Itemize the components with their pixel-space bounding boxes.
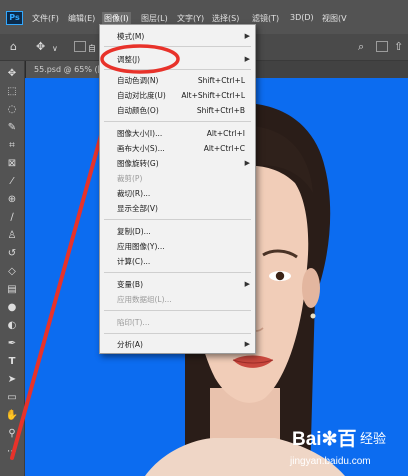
menu-type[interactable]: 文字(Y) [177,13,204,24]
menu-item-auto-color[interactable]: 自动颜色(O) Shift+Ctrl+B [100,103,255,118]
menu-item-trap: 陷印(T)... [117,318,150,327]
watermark-url: jingyan.baidu.com [290,456,371,467]
chevron-down-icon[interactable]: ∨ [52,43,58,54]
menu-separator [104,219,251,220]
chevron-right-icon: ▶ [244,55,250,63]
menu-item-reveal-all[interactable]: 显示全部(V) [100,201,255,216]
menu-item-apply-image[interactable]: 应用图像(Y)... [100,239,255,254]
more-tools-icon[interactable]: ⋯ [4,445,20,459]
menu-select[interactable]: 选择(S) [212,13,239,24]
history-brush-tool-icon[interactable]: ↺ [4,247,20,261]
photoshop-window: Ps 文件(F) 编辑(E) 图像(I) 图层(L) 文字(Y) 选择(S) 滤… [0,0,408,476]
menu-3d[interactable]: 3D(D) [290,13,314,22]
menu-separator [104,121,251,122]
brush-tool-icon[interactable]: ∕ [4,211,20,225]
image-menu-dropdown: 模式(M) ▶ 调整(J) ▶ 自动色调(N) Shift+Ctrl+L 自动对比度(… [99,24,256,354]
watermark-brand: Bai✻百 [292,429,357,450]
chevron-right-icon: ▶ [244,32,250,40]
menu-item-crop: 裁剪(P) [117,174,143,183]
pen-tool-icon[interactable]: ✒ [4,337,20,351]
lasso-tool-icon[interactable]: ◌ [4,103,20,117]
menu-item-auto-contrast[interactable]: 自动对比度(U) Alt+Shift+Ctrl+L [100,88,255,103]
menu-edit[interactable]: 编辑(E) [68,13,95,24]
menu-item-trim[interactable]: 裁切(R)... [100,186,255,201]
menu-filter[interactable]: 滤镜(T) [252,13,279,24]
eyedropper-tool-icon[interactable]: ⁄ [4,175,20,189]
menu-layer[interactable]: 图层(L) [141,13,168,24]
menu-item-mode[interactable]: 模式(M) ▶ [100,29,255,44]
menu-separator [104,69,251,70]
hand-tool-icon[interactable]: ✋ [4,409,20,423]
crop-tool-icon[interactable]: ⌗ [4,139,20,153]
menu-item-analysis[interactable]: 分析(A) ▶ [100,337,255,352]
quick-select-tool-icon[interactable]: ✎ [4,121,20,135]
rectangle-tool-icon[interactable]: ▭ [4,391,20,405]
move-tool-icon[interactable]: ✥ [4,67,20,81]
eraser-tool-icon[interactable]: ◇ [4,265,20,279]
blur-tool-icon[interactable]: ● [4,301,20,315]
menu-item-calculations[interactable]: 计算(C)... [100,254,255,269]
chevron-right-icon: ▶ [244,340,250,348]
menu-separator [104,310,251,311]
marquee-tool-icon[interactable]: ⬚ [4,85,20,99]
auto-select-label: 自 [88,44,96,53]
menu-item-auto-tone[interactable]: 自动色调(N) Shift+Ctrl+L [100,73,255,88]
menu-item-duplicate[interactable]: 复制(D)... [100,224,255,239]
move-icon[interactable]: ✥ [36,41,45,52]
menu-item-image-size[interactable]: 图像大小(I)... Alt+Ctrl+I [100,126,255,141]
dodge-tool-icon[interactable]: ◐ [4,319,20,333]
chevron-right-icon: ▶ [244,280,250,288]
auto-select-checkbox[interactable] [74,41,86,52]
photoshop-logo-icon: Ps [6,11,23,25]
frame-tool-icon[interactable]: ⊠ [4,157,20,171]
chevron-right-icon: ▶ [244,159,250,167]
menu-item-apply-data-set: 应用数据组(L)... [117,295,172,304]
paw-icon: ✻ [321,429,338,450]
zoom-tool-icon[interactable]: ⚲ [4,427,20,441]
menu-separator [104,46,251,47]
menu-file[interactable]: 文件(F) [32,13,59,24]
home-icon[interactable]: ⌂ [10,41,17,52]
path-select-tool-icon[interactable]: ➤ [4,373,20,387]
menu-separator [104,272,251,273]
menu-item-adjustments[interactable]: 调整(J) ▶ [100,52,255,67]
clone-stamp-tool-icon[interactable]: ♙ [4,229,20,243]
gradient-tool-icon[interactable]: ▤ [4,283,20,297]
menu-item-variables[interactable]: 变量(B) ▶ [100,277,255,292]
type-tool-icon[interactable]: T [4,355,20,369]
share-icon[interactable]: ⇧ [394,41,403,52]
menu-view[interactable]: 视图(V [322,13,347,24]
menu-item-image-rotation[interactable]: 图像旋转(G) ▶ [100,156,255,171]
watermark-suffix: 经验 [360,431,387,446]
menu-item-canvas-size[interactable]: 画布大小(S)... Alt+Ctrl+C [100,141,255,156]
search-icon[interactable]: ⌕ [358,41,364,52]
healing-brush-tool-icon[interactable]: ⊕ [4,193,20,207]
tools-panel: ✥ ⬚ ◌ ✎ ⌗ ⊠ ⁄ ⊕ ∕ ♙ ↺ ◇ ▤ ● ◐ ✒ T ➤ ▭ ✋ … [0,61,25,476]
watermark: Bai✻百 经验 jingyan.baidu.com [262,424,408,476]
workspace-icon[interactable] [376,41,388,52]
menu-separator [104,333,251,334]
